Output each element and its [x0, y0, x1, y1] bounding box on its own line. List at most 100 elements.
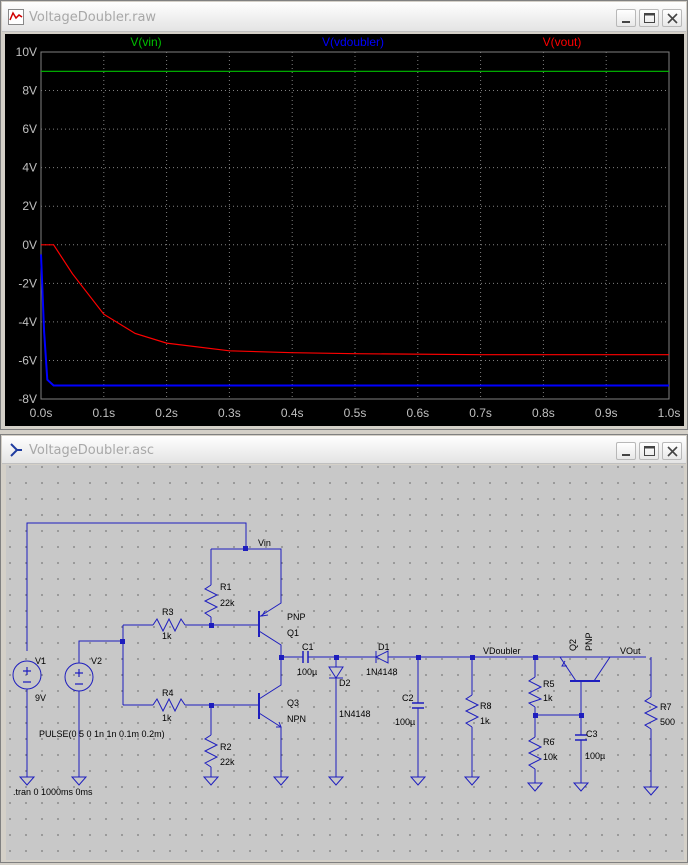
- junction-dot: [416, 655, 421, 660]
- r2-label: R2: [220, 742, 232, 752]
- r3-symbol: [152, 617, 186, 633]
- r2-symbol: [203, 734, 219, 768]
- r6-symbol: [527, 736, 543, 770]
- tran-directive[interactable]: .tran 0 1000ms 0ms: [13, 787, 93, 797]
- r8-label: R8: [480, 701, 492, 711]
- ground-icon: [18, 776, 36, 786]
- q2-type: PNP: [584, 632, 594, 651]
- schematic-canvas[interactable]: Vin V1 9V V2 PULSE(0 5 0 1n 1n 0.1m 0.2m…: [6, 465, 684, 860]
- y-tick-label: -4V: [18, 315, 37, 329]
- r6-label: R6: [543, 737, 555, 747]
- q3-type: NPN: [287, 714, 306, 724]
- minimize-icon: [622, 454, 630, 456]
- junction-dot: [243, 546, 248, 551]
- close-button[interactable]: [662, 442, 682, 460]
- close-icon: [667, 13, 678, 24]
- maximize-button[interactable]: [639, 9, 659, 27]
- x-tick-label: 0.1s: [92, 406, 115, 420]
- junction-dot: [533, 655, 538, 660]
- minimize-button[interactable]: [616, 9, 636, 27]
- y-tick-label: 2V: [22, 199, 37, 213]
- r7-label: R7: [660, 702, 672, 712]
- axis-ticks: 10V 8V 6V 4V 2V 0V -2V -4V -6V -8V0.0s 0.1s 0.2s 0.3…: [16, 45, 681, 420]
- ground-icon: [409, 776, 427, 786]
- trace-vvdoubler[interactable]: [40, 254, 669, 387]
- maximize-button[interactable]: [639, 442, 659, 460]
- c2-label: C2: [402, 693, 414, 703]
- trace-vvout[interactable]: [41, 244, 669, 356]
- q3-emitter: [258, 712, 282, 777]
- maximize-icon: [644, 446, 655, 456]
- x-tick-label: 0.6s: [406, 406, 429, 420]
- minimize-icon: [622, 21, 630, 23]
- c2-symbol: [412, 702, 424, 709]
- maximize-icon: [644, 13, 655, 23]
- ground-icon: [272, 776, 290, 786]
- junction-dot: [533, 713, 538, 718]
- r3-label: R3: [162, 607, 174, 617]
- c3-label: C3: [586, 729, 598, 739]
- v2-value: PULSE(0 5 0 1n 1n 0.1m 0.2m): [39, 729, 165, 739]
- r7-symbol: [643, 696, 659, 730]
- waveform-window[interactable]: VoltageDoubler.raw V(vin) V(vdoubler) V(…: [0, 0, 688, 430]
- net-label-vin: Vin: [258, 538, 271, 548]
- circuit-diagram[interactable]: Vin V1 9V V2 PULSE(0 5 0 1n 1n 0.1m 0.2m…: [6, 465, 684, 860]
- y-tick-label: -6V: [18, 353, 37, 367]
- v2-polarity-icon: [75, 669, 83, 685]
- y-tick-label: 6V: [22, 122, 37, 136]
- net-label-vout: VOut: [620, 646, 641, 656]
- net-label-vdoubler: VDoubler: [483, 646, 521, 656]
- ground-icon: [327, 776, 345, 786]
- window-title: VoltageDoubler.asc: [29, 443, 154, 458]
- x-tick-label: 0.4s: [281, 406, 304, 420]
- q1-collector: [258, 630, 282, 679]
- waveform-titlebar[interactable]: VoltageDoubler.raw: [2, 2, 686, 32]
- plot-grid: [40, 51, 670, 400]
- r4-value: 1k: [162, 713, 172, 723]
- waveform-chart[interactable]: V(vin) V(vdoubler) V(vout) 10V 8V 6V 4V 2V 0V…: [5, 34, 684, 426]
- c1-value: 100µ: [297, 667, 317, 677]
- trace-label-vdoubler[interactable]: V(vdoubler): [322, 35, 384, 49]
- wire-vin-rail: [211, 548, 282, 585]
- schematic-titlebar[interactable]: VoltageDoubler.asc: [2, 436, 686, 464]
- v2-label: V2: [91, 656, 102, 666]
- junction-dot: [120, 639, 125, 644]
- r8-value: 1k: [480, 716, 490, 726]
- r3-value: 1k: [162, 631, 172, 641]
- wire-vin-loop: [26, 522, 247, 651]
- d2-symbol: [328, 666, 344, 679]
- r1-value: 22k: [220, 598, 235, 608]
- c1-symbol: [302, 651, 309, 663]
- junction-dot: [279, 655, 284, 660]
- r5-symbol: [527, 676, 543, 708]
- r2-value: 22k: [220, 757, 235, 767]
- q2-emitter: [559, 656, 577, 682]
- r6-value: 10k: [543, 752, 558, 762]
- ground-icon: [642, 786, 660, 796]
- x-tick-label: 0.7s: [469, 406, 492, 420]
- q1-emitter: [258, 585, 282, 618]
- q2-label: Q2: [568, 639, 578, 651]
- waveform-plot[interactable]: V(vin) V(vdoubler) V(vout) 10V 8V 6V 4V 2V 0V…: [5, 34, 684, 426]
- r5-value: 1k: [543, 693, 553, 703]
- schematic-window[interactable]: VoltageDoubler.asc Vin V1 9V V2 PULSE(0 …: [0, 434, 688, 863]
- x-tick-label: 0.5s: [344, 406, 367, 420]
- x-tick-label: 1.0s: [658, 406, 681, 420]
- x-tick-label: 0.9s: [595, 406, 618, 420]
- x-tick-label: 0.2s: [155, 406, 178, 420]
- r8-symbol: [464, 694, 480, 728]
- r1-label: R1: [220, 582, 232, 592]
- q3-collector: [258, 657, 282, 700]
- junction-dot: [209, 703, 214, 708]
- trace-label-vin[interactable]: V(vin): [130, 35, 161, 49]
- junction-dot: [579, 713, 584, 718]
- v1-label: V1: [35, 656, 46, 666]
- x-tick-label: 0.8s: [532, 406, 555, 420]
- d2-value: 1N4148: [339, 709, 371, 719]
- close-button[interactable]: [662, 9, 682, 27]
- trace-label-vout[interactable]: V(vout): [543, 35, 582, 49]
- minimize-button[interactable]: [616, 442, 636, 460]
- y-tick-label: 8V: [22, 84, 37, 98]
- v1-polarity-icon: [23, 667, 31, 683]
- q2-collector: [593, 656, 611, 682]
